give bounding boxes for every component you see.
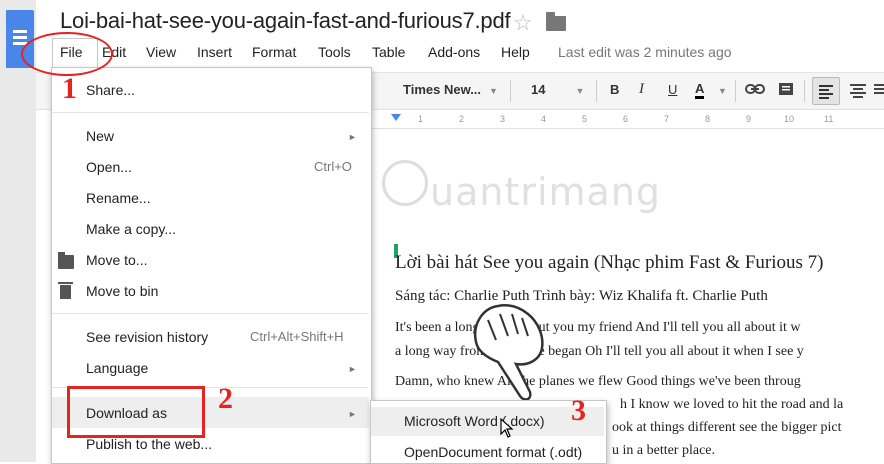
star-icon[interactable]: ☆ — [513, 10, 533, 36]
menu-item-open[interactable]: Open... — [86, 159, 132, 175]
document-heading[interactable]: Lời bài hát See you again (Nhạc phim Fas… — [395, 252, 824, 274]
document-line[interactable]: ook at things different see the bigger p… — [612, 420, 842, 436]
align-left-button[interactable] — [812, 77, 840, 105]
font-family-select[interactable]: Times New... ▼ — [403, 82, 498, 97]
menu-item-share[interactable]: Share... — [86, 82, 135, 98]
document-line[interactable]: a long way from where we began Oh I'll t… — [395, 344, 804, 360]
submenu-arrow-icon: ► — [348, 364, 357, 374]
document-line[interactable]: u in a better place. — [612, 443, 715, 459]
italic-button[interactable]: I — [639, 81, 644, 98]
toolbar-divider — [596, 80, 597, 102]
document-line[interactable]: Damn, who knew All the planes we flew Go… — [395, 374, 801, 390]
menu-help[interactable]: Help — [501, 44, 530, 60]
app-sidebar — [0, 0, 36, 462]
toolbar-divider — [510, 80, 511, 102]
bold-button[interactable]: B — [610, 82, 619, 97]
menu-view[interactable]: View — [146, 44, 176, 60]
submenu-arrow-icon: ► — [348, 132, 357, 142]
revision-shortcut: Ctrl+Alt+Shift+H — [250, 329, 344, 344]
chevron-down-icon: ▼ — [489, 86, 498, 96]
watermark-logo — [382, 160, 428, 206]
folder-icon[interactable] — [546, 12, 566, 31]
menu-item-move-to[interactable]: Move to... — [86, 252, 147, 268]
submenu-arrow-icon: ► — [348, 409, 357, 419]
folder-icon — [58, 252, 74, 269]
menu-item-revision-history[interactable]: See revision history — [86, 329, 208, 345]
align-right-button[interactable] — [872, 78, 884, 105]
link-icon[interactable] — [745, 82, 765, 99]
align-center-button[interactable] — [846, 78, 870, 105]
document-line[interactable]: h I know we loved to hit the road and la — [620, 397, 843, 413]
annotation-step-2: 2 — [218, 382, 233, 415]
toolbar-divider — [735, 80, 736, 102]
annotation-box-download — [67, 386, 205, 438]
last-edit-status[interactable]: Last edit was 2 minutes ago — [558, 44, 732, 60]
menu-item-rename[interactable]: Rename... — [86, 190, 151, 206]
annotation-step-3: 3 — [571, 394, 586, 427]
menu-table[interactable]: Table — [372, 44, 405, 60]
menu-insert[interactable]: Insert — [197, 44, 232, 60]
menu-item-language[interactable]: Language — [86, 360, 148, 376]
comment-icon[interactable] — [778, 82, 794, 101]
mouse-cursor-icon — [500, 417, 514, 443]
watermark-text: uantrimang — [430, 170, 662, 214]
annotation-ellipse-file — [21, 32, 113, 76]
toolbar-divider — [804, 80, 805, 102]
text-color-button[interactable]: A — [695, 82, 705, 99]
document-line[interactable]: It's been a long day without you my frie… — [395, 320, 801, 336]
download-odt-item[interactable]: OpenDocument format (.odt) — [404, 444, 582, 460]
menu-item-publish[interactable]: Publish to the web... — [86, 436, 212, 452]
open-shortcut: Ctrl+O — [314, 159, 352, 174]
annotation-step-1: 1 — [62, 72, 77, 105]
menu-divider — [52, 112, 369, 113]
menu-item-make-copy[interactable]: Make a copy... — [86, 221, 176, 237]
trash-icon — [58, 282, 73, 299]
menu-item-new[interactable]: New — [86, 128, 114, 144]
chevron-down-icon[interactable]: ▼ — [718, 86, 727, 96]
chevron-down-icon: ▼ — [575, 86, 585, 96]
document-subheading[interactable]: Sáng tác: Charlie Puth Trình bày: Wiz Kh… — [395, 288, 768, 305]
download-docx-item[interactable]: Microsoft Word (.docx) — [404, 413, 545, 429]
document-title[interactable]: Loi-bai-hat-see-you-again-fast-and-furio… — [60, 8, 511, 34]
menu-divider — [52, 313, 369, 314]
ruler[interactable]: 1 2 3 4 5 6 7 8 9 10 11 — [370, 112, 884, 129]
menu-item-move-to-bin[interactable]: Move to bin — [86, 283, 158, 299]
menu-addons[interactable]: Add-ons — [428, 44, 480, 60]
menu-tools[interactable]: Tools — [318, 44, 351, 60]
indent-marker[interactable] — [391, 114, 401, 121]
menu-format[interactable]: Format — [252, 44, 296, 60]
underline-button[interactable]: U — [668, 82, 677, 97]
font-size-select[interactable]: 14 ▼ — [531, 82, 584, 97]
